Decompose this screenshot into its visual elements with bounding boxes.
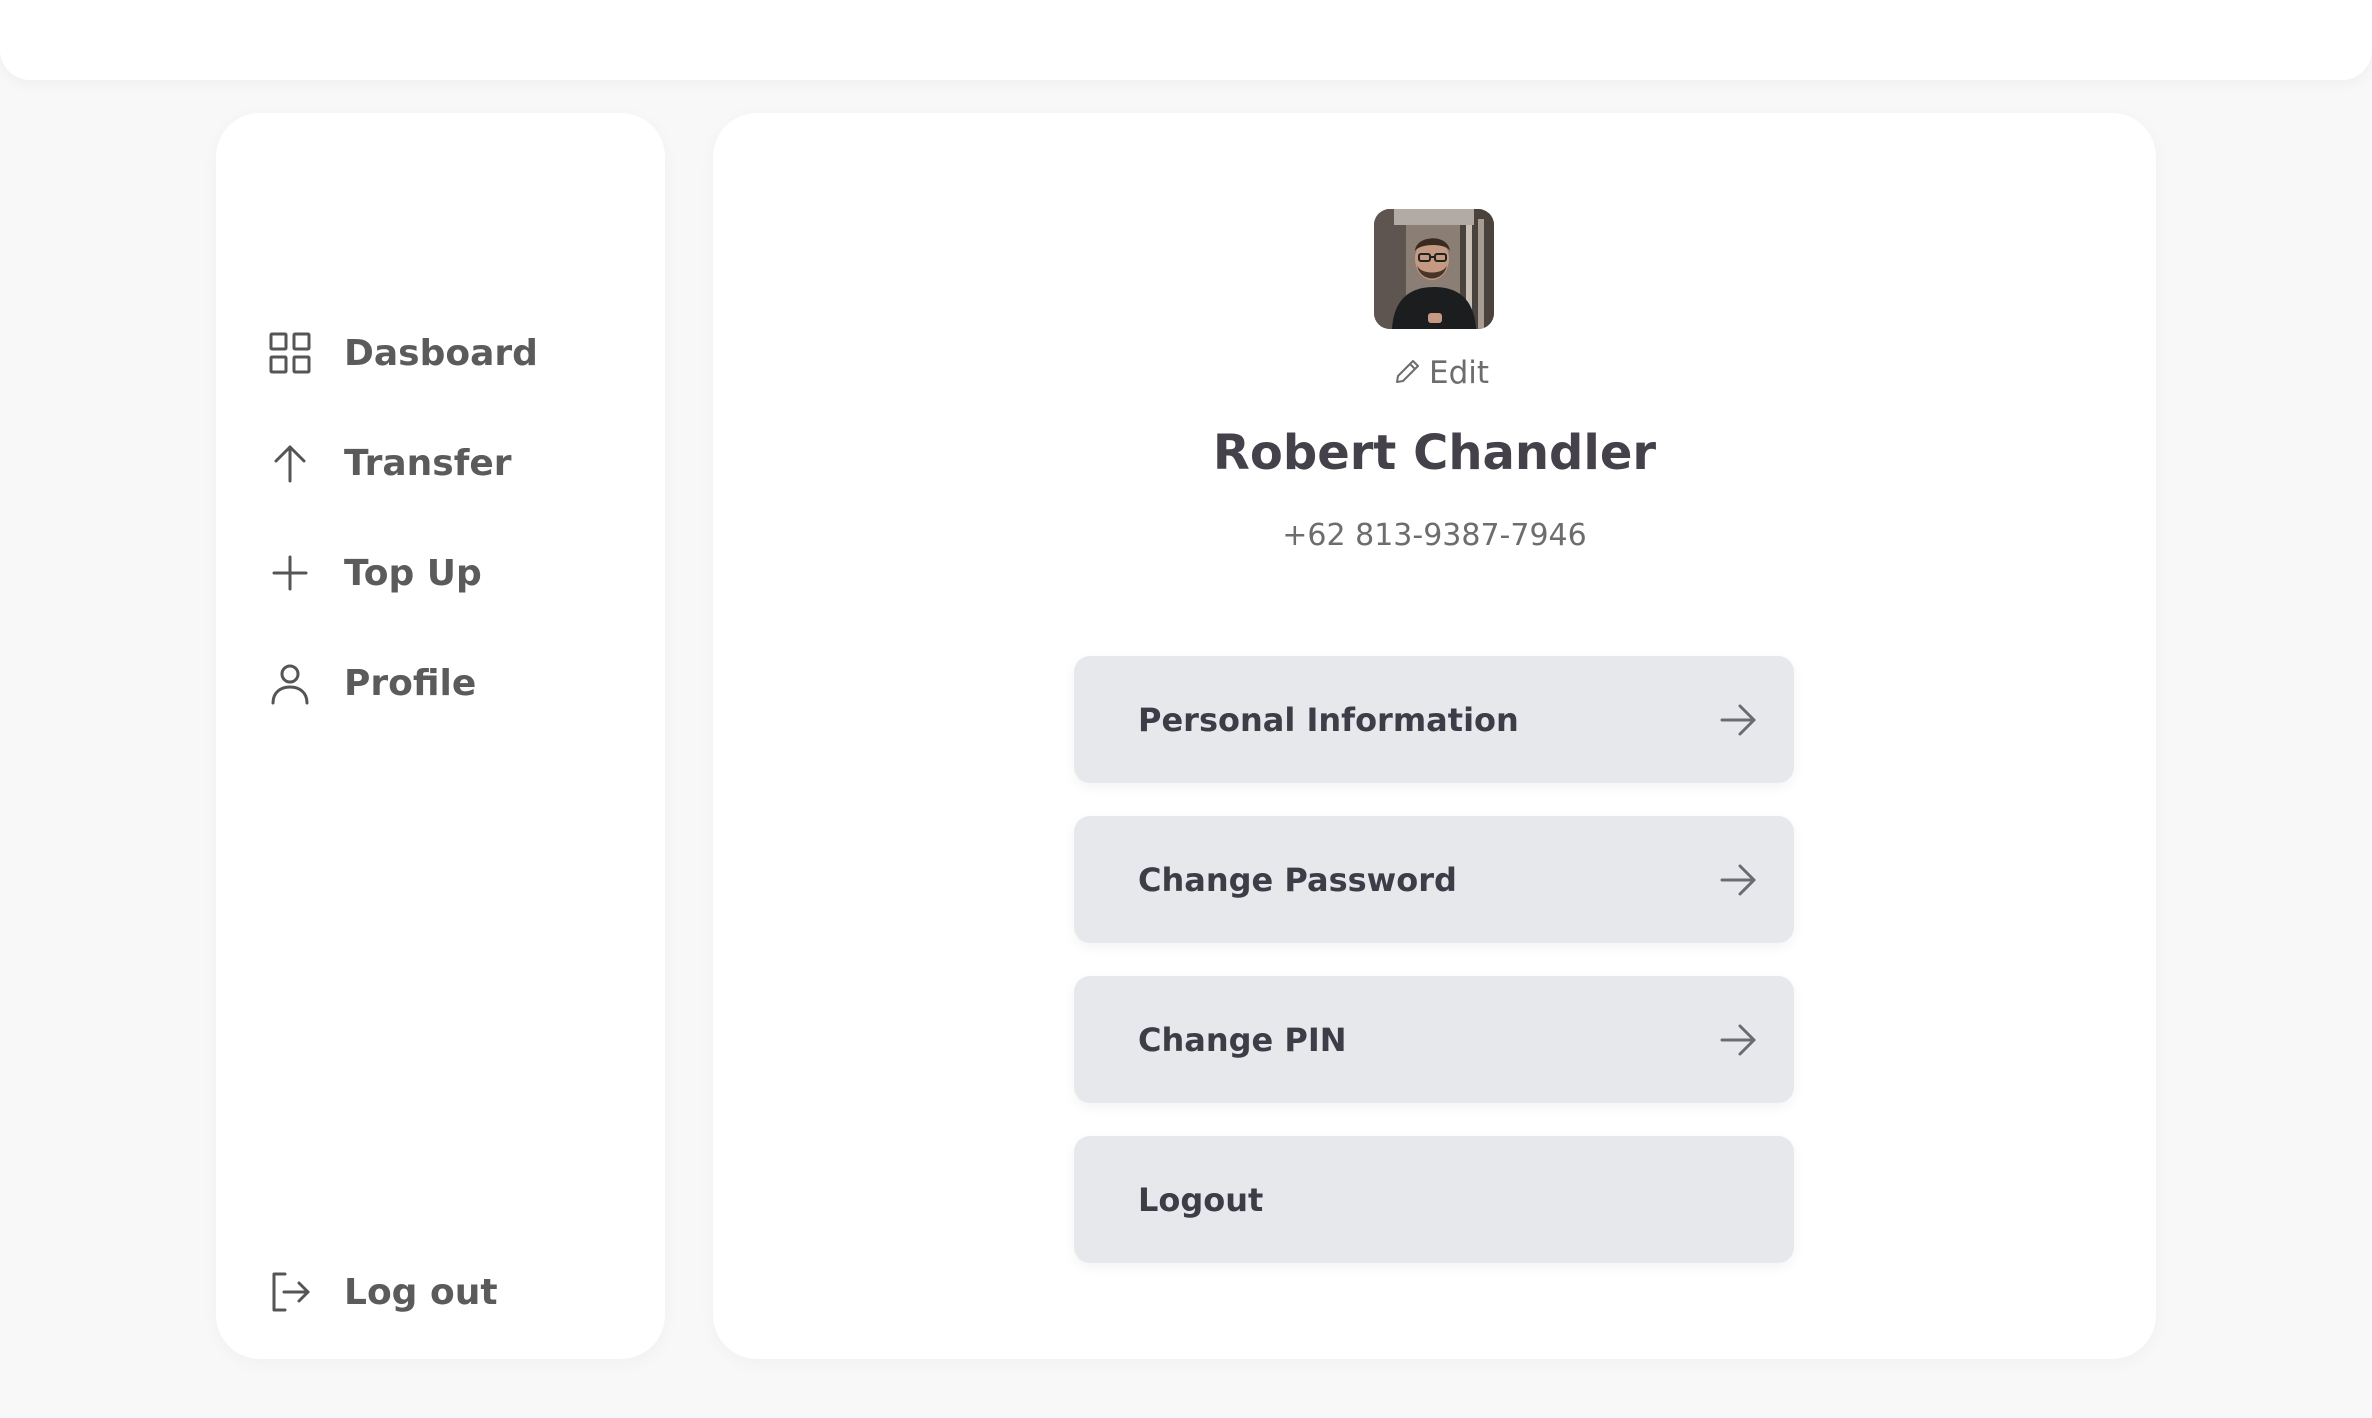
profile-name: Robert Chandler — [1212, 425, 1657, 481]
arrow-right-icon — [1718, 860, 1758, 900]
sidebar-item-top-up[interactable]: Top Up — [266, 543, 482, 603]
grid-icon — [266, 329, 314, 377]
user-icon — [266, 659, 314, 707]
profile-phone: +62 813-9387-7946 — [1282, 518, 1587, 553]
menu-button-label: Change Password — [1138, 860, 1457, 899]
arrow-up-icon — [266, 439, 314, 487]
plus-icon — [266, 549, 314, 597]
sidebar-item-profile[interactable]: Profile — [266, 653, 476, 713]
sidebar: Dasboard Transfer Top Up Profile Log out — [216, 113, 665, 1359]
sidebar-logout-button[interactable]: Log out — [266, 1262, 498, 1322]
avatar — [1374, 209, 1494, 329]
logout-button[interactable]: Logout — [1074, 1136, 1794, 1263]
profile-panel: Edit Robert Chandler +62 813-9387-7946 P… — [713, 113, 2156, 1359]
sidebar-item-label: Profile — [344, 662, 477, 704]
edit-avatar-button[interactable]: Edit — [1393, 353, 1489, 393]
sidebar-item-label: Dasboard — [344, 332, 538, 374]
sidebar-item-transfer[interactable]: Transfer — [266, 433, 512, 493]
change-pin-button[interactable]: Change PIN — [1074, 976, 1794, 1103]
sidebar-logout-label: Log out — [344, 1271, 498, 1313]
pencil-icon — [1393, 356, 1423, 390]
sidebar-item-dashboard[interactable]: Dasboard — [266, 323, 538, 383]
edit-label: Edit — [1429, 355, 1490, 391]
menu-button-label: Change PIN — [1138, 1020, 1347, 1059]
sidebar-item-label: Top Up — [344, 552, 482, 594]
menu-button-label: Logout — [1138, 1180, 1264, 1219]
personal-information-button[interactable]: Personal Information — [1074, 656, 1794, 783]
arrow-right-icon — [1718, 1020, 1758, 1060]
logout-icon — [266, 1268, 314, 1316]
arrow-right-icon — [1718, 700, 1758, 740]
top-header-bar — [0, 0, 2372, 80]
change-password-button[interactable]: Change Password — [1074, 816, 1794, 943]
menu-button-label: Personal Information — [1138, 700, 1519, 739]
sidebar-item-label: Transfer — [344, 442, 512, 484]
